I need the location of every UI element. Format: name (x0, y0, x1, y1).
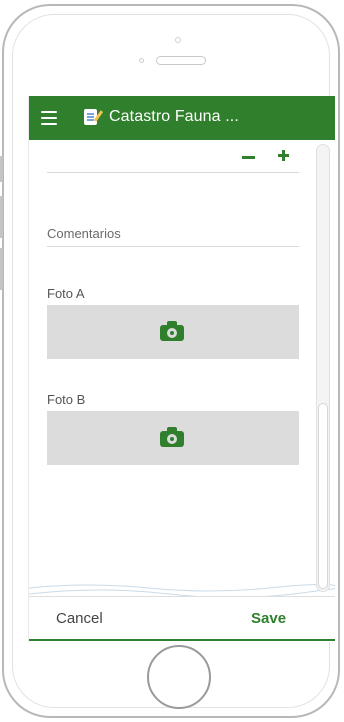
camera-icon (160, 321, 184, 341)
photo-b-label: Foto B (47, 392, 86, 407)
camera-icon (160, 427, 184, 447)
photo-a-button[interactable] (47, 305, 299, 359)
form-content: Foto A Foto B (29, 140, 335, 634)
cancel-button[interactable]: Cancel (56, 610, 103, 627)
form-footer: Cancel Save (29, 596, 335, 642)
scrollbar[interactable] (316, 144, 330, 592)
side-button (0, 196, 3, 238)
app-title: Catastro Fauna ... (109, 108, 239, 125)
photo-a-label: Foto A (47, 286, 85, 301)
plus-icon[interactable] (273, 144, 295, 166)
hamburger-menu-icon[interactable] (41, 111, 57, 125)
side-button (0, 248, 3, 290)
proximity-sensor (139, 58, 144, 63)
quantity-stepper (47, 140, 299, 173)
scrollbar-thumb[interactable] (318, 403, 328, 589)
footer-accent-line (29, 639, 335, 641)
minus-icon[interactable] (238, 146, 260, 168)
notepad-edit-icon (84, 109, 104, 125)
save-button[interactable]: Save (251, 610, 286, 627)
app-screen: Catastro Fauna ... Foto A Foto B (28, 96, 335, 642)
earpiece-speaker (156, 56, 206, 65)
photo-b-button[interactable] (47, 411, 299, 465)
home-button[interactable] (147, 645, 211, 709)
app-bar: Catastro Fauna ... (29, 96, 335, 140)
side-button (0, 156, 3, 182)
front-camera (175, 37, 181, 43)
comments-field[interactable] (47, 220, 299, 247)
